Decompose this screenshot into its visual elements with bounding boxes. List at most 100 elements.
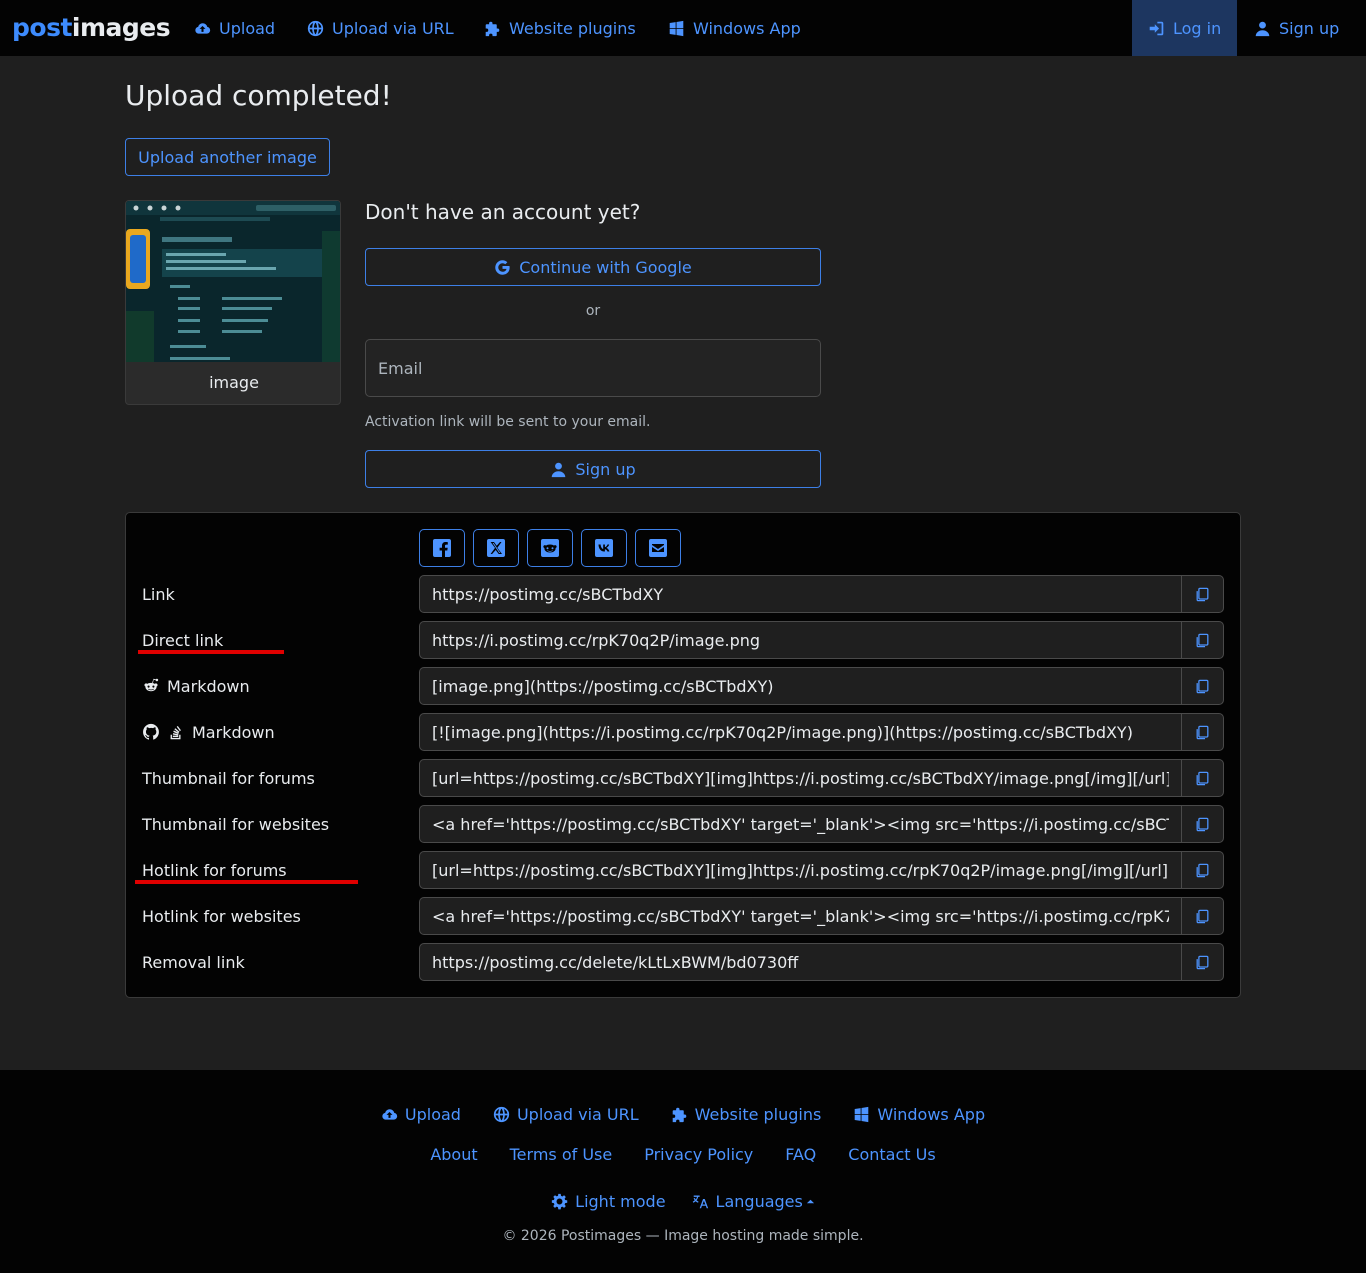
footer-faq-link[interactable]: FAQ bbox=[785, 1145, 816, 1164]
image-caption: image bbox=[209, 373, 259, 392]
footer-secondary-links: About Terms of Use Privacy Policy FAQ Co… bbox=[0, 1142, 1366, 1166]
footer-plugins-link[interactable]: Website plugins bbox=[671, 1105, 821, 1124]
footer-upload-link[interactable]: Upload bbox=[381, 1105, 461, 1124]
copy-icon bbox=[1196, 679, 1209, 693]
nav-upload-link[interactable]: Upload bbox=[194, 0, 275, 56]
top-navbar: postimages Upload Upload via URL Website… bbox=[0, 0, 1366, 56]
copy-thumbnail-websites-button[interactable] bbox=[1181, 805, 1224, 843]
translate-icon bbox=[692, 1195, 708, 1208]
thumbnail-forums-label: Thumbnail for forums bbox=[142, 768, 315, 788]
account-prompt-title: Don't have an account yet? bbox=[365, 200, 641, 224]
continue-with-google-button[interactable]: Continue with Google bbox=[365, 248, 821, 286]
upload-another-button[interactable]: Upload another image bbox=[125, 138, 330, 176]
footer-about-link[interactable]: About bbox=[430, 1145, 477, 1164]
x-icon bbox=[487, 539, 505, 557]
image-thumbnail[interactable] bbox=[126, 201, 340, 362]
copy-icon bbox=[1196, 955, 1209, 969]
share-vk-button[interactable] bbox=[581, 529, 627, 567]
link-input[interactable] bbox=[419, 575, 1181, 613]
thumbnail-websites-input[interactable] bbox=[419, 805, 1181, 843]
stack-overflow-icon bbox=[170, 725, 181, 740]
link-row-link: Link bbox=[126, 575, 1242, 613]
page-title: Upload completed! bbox=[125, 79, 392, 112]
hotlink-forums-input[interactable] bbox=[419, 851, 1181, 889]
cloud-upload-icon bbox=[382, 1108, 398, 1120]
footer-windows-app-link[interactable]: Windows App bbox=[853, 1105, 985, 1124]
hotlink-websites-input[interactable] bbox=[419, 897, 1181, 935]
copy-icon bbox=[1196, 771, 1209, 785]
link-row-thumbnail-forums: Thumbnail for forums bbox=[126, 759, 1242, 797]
hotlink-websites-label: Hotlink for websites bbox=[142, 906, 301, 926]
nav-login-link[interactable]: Log in bbox=[1148, 0, 1221, 56]
copy-icon bbox=[1196, 587, 1209, 601]
copy-icon bbox=[1196, 909, 1209, 923]
link-row-reddit-markdown: Markdown bbox=[126, 667, 1242, 705]
copyright-text: © 2026 Postimages — Image hosting made s… bbox=[502, 1228, 864, 1244]
nav-windows-app-link[interactable]: Windows App bbox=[668, 0, 801, 56]
nav-upload-url-link[interactable]: Upload via URL bbox=[307, 0, 454, 56]
footer-privacy-link[interactable]: Privacy Policy bbox=[644, 1145, 753, 1164]
copy-hotlink-websites-button[interactable] bbox=[1181, 897, 1224, 935]
puzzle-icon bbox=[485, 21, 500, 36]
copy-icon bbox=[1196, 863, 1209, 877]
user-icon bbox=[1255, 21, 1270, 36]
nav-plugins-link[interactable]: Website plugins bbox=[484, 0, 636, 56]
globe-icon bbox=[307, 20, 324, 36]
image-thumbnail-card[interactable]: image bbox=[125, 200, 341, 405]
caret-up-icon bbox=[806, 1199, 814, 1203]
copy-thumbnail-forums-button[interactable] bbox=[1181, 759, 1224, 797]
envelope-icon bbox=[649, 539, 667, 557]
user-icon bbox=[552, 462, 566, 477]
share-email-button[interactable] bbox=[635, 529, 681, 567]
windows-icon bbox=[855, 1106, 869, 1122]
removal-link-label: Removal link bbox=[142, 952, 245, 972]
thumbnail-forums-input[interactable] bbox=[419, 759, 1181, 797]
copy-github-markdown-button[interactable] bbox=[1181, 713, 1224, 751]
nav-signup-link[interactable]: Sign up bbox=[1254, 0, 1339, 56]
or-divider: or bbox=[585, 303, 601, 319]
share-x-button[interactable] bbox=[473, 529, 519, 567]
postimages-logo[interactable]: postimages bbox=[12, 12, 171, 44]
copy-direct-link-button[interactable] bbox=[1181, 621, 1224, 659]
copy-reddit-markdown-button[interactable] bbox=[1181, 667, 1224, 705]
windows-icon bbox=[669, 20, 684, 36]
reddit-markdown-label: Markdown bbox=[142, 667, 250, 705]
footer-terms-link[interactable]: Terms of Use bbox=[510, 1145, 613, 1164]
share-facebook-button[interactable] bbox=[419, 529, 465, 567]
copy-removal-link-button[interactable] bbox=[1181, 943, 1224, 981]
footer-contact-link[interactable]: Contact Us bbox=[848, 1145, 935, 1164]
hotlink-forums-highlight bbox=[135, 880, 358, 884]
vk-icon bbox=[595, 539, 613, 557]
copy-icon bbox=[1196, 725, 1209, 739]
sign-in-icon bbox=[1149, 21, 1164, 35]
activation-hint: Activation link will be sent to your ema… bbox=[365, 414, 651, 430]
languages-dropdown[interactable]: Languages bbox=[692, 1192, 815, 1211]
footer-upload-url-link[interactable]: Upload via URL bbox=[493, 1105, 639, 1124]
reddit-markdown-input[interactable] bbox=[419, 667, 1181, 705]
link-row-direct-link: Direct link bbox=[126, 621, 1242, 659]
gear-icon bbox=[552, 1193, 568, 1209]
google-icon bbox=[495, 259, 510, 275]
signup-button[interactable]: Sign up bbox=[365, 450, 821, 488]
cloud-upload-icon bbox=[195, 22, 211, 34]
copy-link-button[interactable] bbox=[1181, 575, 1224, 613]
thumbnail-preview-graphic bbox=[126, 201, 340, 362]
removal-link-input[interactable] bbox=[419, 943, 1181, 981]
link-row-removal-link: Removal link bbox=[126, 943, 1242, 981]
copy-icon bbox=[1196, 817, 1209, 831]
reddit-icon bbox=[144, 678, 159, 692]
light-mode-toggle[interactable]: Light mode bbox=[551, 1192, 666, 1211]
email-input[interactable] bbox=[365, 339, 821, 397]
direct-link-input[interactable] bbox=[419, 621, 1181, 659]
share-reddit-button[interactable] bbox=[527, 529, 573, 567]
share-links-card: Link Direct link Markdown Markdown Thumb… bbox=[125, 512, 1241, 998]
direct-link-highlight bbox=[138, 650, 284, 654]
github-markdown-input[interactable] bbox=[419, 713, 1181, 751]
thumbnail-websites-label: Thumbnail for websites bbox=[142, 814, 330, 834]
footer: Upload Upload via URL Website plugins Wi… bbox=[0, 1070, 1366, 1273]
footer-primary-links: Upload Upload via URL Website plugins Wi… bbox=[0, 1102, 1366, 1126]
copy-hotlink-forums-button[interactable] bbox=[1181, 851, 1224, 889]
github-icon bbox=[143, 723, 159, 740]
link-row-github-markdown: Markdown bbox=[126, 713, 1242, 751]
copy-icon bbox=[1196, 633, 1209, 647]
